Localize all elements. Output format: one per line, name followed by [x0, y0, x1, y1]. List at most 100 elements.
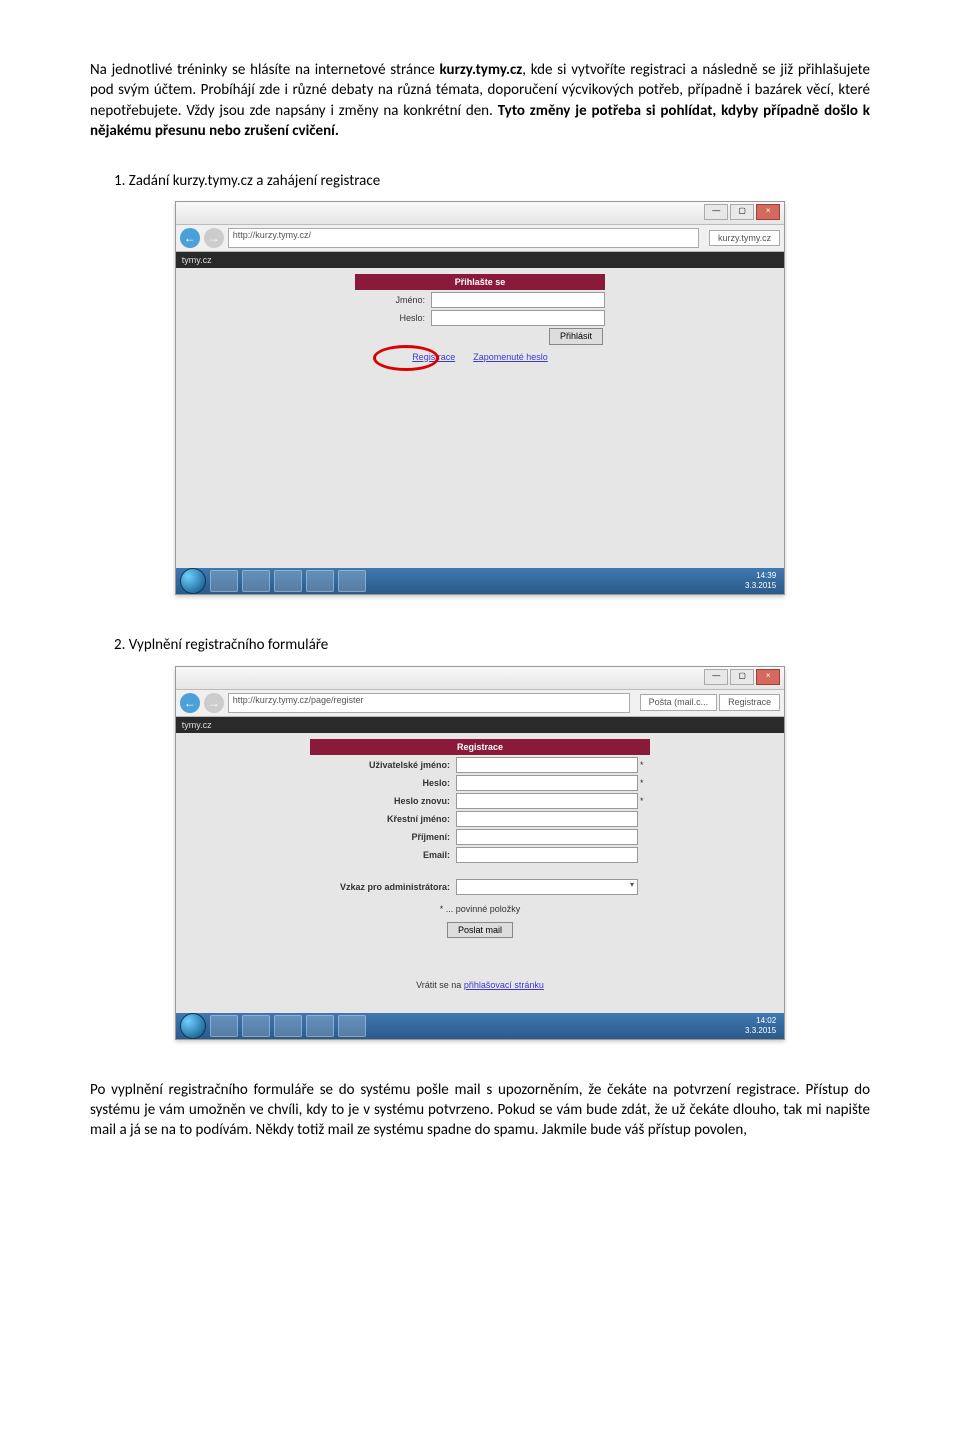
- minimize-icon[interactable]: —: [704, 669, 728, 685]
- tab-strip: kurzy.tymy.cz: [709, 230, 780, 246]
- step-2-heading: 2. Vyplnění registračního formuláře: [114, 635, 870, 655]
- taskbar-clock: 14:02 3.3.2015: [745, 1016, 780, 1036]
- taskbar: 14:02 3.3.2015: [176, 1013, 784, 1039]
- taskbar-app-icon[interactable]: [274, 1015, 302, 1037]
- clock-time: 14:02: [745, 1016, 776, 1026]
- start-icon[interactable]: [180, 568, 206, 594]
- taskbar-clock: 14:39 3.3.2015: [745, 571, 780, 591]
- taskbar-app-icon[interactable]: [306, 570, 334, 592]
- reg-password2-label: Heslo znovu:: [310, 795, 456, 807]
- username-label: Jméno:: [355, 294, 431, 306]
- taskbar-app-icon[interactable]: [274, 570, 302, 592]
- minimize-icon[interactable]: —: [704, 204, 728, 220]
- taskbar-app-icon[interactable]: [242, 1015, 270, 1037]
- required-star: *: [638, 795, 650, 807]
- login-links: Registrace Zapomenuté heslo: [355, 351, 605, 363]
- password-label: Heslo:: [355, 312, 431, 324]
- reg-password-row: Heslo: *: [310, 775, 650, 791]
- page-content: Registrace Uživatelské jméno: * Heslo: *…: [176, 733, 784, 1013]
- reg-firstname-label: Křestní jméno:: [310, 813, 456, 825]
- start-icon[interactable]: [180, 1013, 206, 1039]
- browser-tab[interactable]: Registrace: [719, 694, 780, 710]
- window-controls: — ▢ ×: [704, 669, 780, 685]
- taskbar-app-icon[interactable]: [242, 570, 270, 592]
- reg-lastname-input[interactable]: [456, 829, 638, 845]
- address-bar: ← → http://kurzy.tymy.cz/page/register P…: [176, 690, 784, 717]
- window-controls: — ▢ ×: [704, 204, 780, 220]
- reg-admin-msg-select[interactable]: [456, 879, 638, 895]
- username-row: Jméno:: [355, 292, 605, 308]
- login-button[interactable]: Přihlásit: [549, 328, 603, 344]
- url-field[interactable]: http://kurzy.tymy.cz/: [228, 228, 699, 248]
- reg-admin-msg-row: Vzkaz pro administrátora:: [310, 879, 650, 895]
- reg-password2-input[interactable]: [456, 793, 638, 809]
- reg-lastname-row: Příjmení:: [310, 829, 650, 845]
- reg-username-label: Uživatelské jméno:: [310, 759, 456, 771]
- reg-email-input[interactable]: [456, 847, 638, 863]
- closing-paragraph: Po vyplnění registračního formuláře se d…: [90, 1080, 870, 1141]
- login-panel-head: Přihlašte se: [355, 274, 605, 290]
- back-icon[interactable]: ←: [180, 228, 200, 248]
- page-content: Přihlašte se Jméno: Heslo: Přihlásit Reg…: [176, 268, 784, 568]
- url-field[interactable]: http://kurzy.tymy.cz/page/register: [228, 693, 630, 713]
- close-icon[interactable]: ×: [756, 204, 780, 220]
- reg-submit-row: Poslat mail: [310, 919, 650, 939]
- back-text: Vrátit se na: [416, 980, 464, 990]
- reg-username-input[interactable]: [456, 757, 638, 773]
- maximize-icon[interactable]: ▢: [730, 669, 754, 685]
- text-1: Na jednotlivé tréninky se hlásíte na int…: [90, 61, 440, 79]
- taskbar: 14:39 3.3.2015: [176, 568, 784, 594]
- site-brand-bar: tymy.cz: [176, 717, 784, 733]
- browser-tab[interactable]: kurzy.tymy.cz: [709, 230, 780, 246]
- window-titlebar: — ▢ ×: [176, 667, 784, 690]
- required-note: * ... povinné položky: [310, 903, 650, 915]
- back-to-login-link[interactable]: přihlašovací stránku: [464, 980, 544, 990]
- screenshot-registration: — ▢ × ← → http://kurzy.tymy.cz/page/regi…: [175, 666, 785, 1040]
- registration-panel-head: Registrace: [310, 739, 650, 755]
- clock-date: 3.3.2015: [745, 581, 776, 591]
- reg-lastname-label: Příjmení:: [310, 831, 456, 843]
- registration-panel: Registrace Uživatelské jméno: * Heslo: *…: [310, 733, 650, 992]
- reg-firstname-row: Křestní jméno:: [310, 811, 650, 827]
- taskbar-app-icon[interactable]: [210, 570, 238, 592]
- clock-date: 3.3.2015: [745, 1026, 776, 1036]
- reg-username-row: Uživatelské jméno: *: [310, 757, 650, 773]
- close-icon[interactable]: ×: [756, 669, 780, 685]
- back-line: Vrátit se na přihlašovací stránku: [310, 979, 650, 991]
- reg-firstname-input[interactable]: [456, 811, 638, 827]
- site-url-bold: kurzy.tymy.cz: [440, 61, 523, 79]
- send-mail-button[interactable]: Poslat mail: [447, 922, 513, 938]
- required-star: *: [638, 777, 650, 789]
- username-input[interactable]: [431, 292, 605, 308]
- login-panel: Přihlašte se Jméno: Heslo: Přihlásit Reg…: [355, 268, 605, 362]
- login-button-row: Přihlásit: [355, 328, 605, 344]
- taskbar-app-icon[interactable]: [338, 570, 366, 592]
- browser-tab[interactable]: Pošta (mail.c...: [640, 694, 718, 710]
- screenshot-login: — ▢ × ← → http://kurzy.tymy.cz/ kurzy.ty…: [175, 201, 785, 595]
- forward-icon: →: [204, 693, 224, 713]
- address-bar: ← → http://kurzy.tymy.cz/ kurzy.tymy.cz: [176, 225, 784, 252]
- taskbar-app-icon[interactable]: [210, 1015, 238, 1037]
- clock-time: 14:39: [745, 571, 776, 581]
- reg-email-row: Email:: [310, 847, 650, 863]
- forward-icon: →: [204, 228, 224, 248]
- required-star: *: [638, 759, 650, 771]
- password-input[interactable]: [431, 310, 605, 326]
- forgot-password-link[interactable]: Zapomenuté heslo: [473, 351, 548, 363]
- back-icon[interactable]: ←: [180, 693, 200, 713]
- maximize-icon[interactable]: ▢: [730, 204, 754, 220]
- reg-password-label: Heslo:: [310, 777, 456, 789]
- step-1-heading: 1. Zadání kurzy.tymy.cz a zahájení regis…: [114, 171, 870, 191]
- window-titlebar: — ▢ ×: [176, 202, 784, 225]
- taskbar-app-icon[interactable]: [306, 1015, 334, 1037]
- register-link[interactable]: Registrace: [412, 351, 455, 363]
- site-brand-bar: tymy.cz: [176, 252, 784, 268]
- password-row: Heslo:: [355, 310, 605, 326]
- reg-admin-msg-label: Vzkaz pro administrátora:: [310, 881, 456, 893]
- reg-password-input[interactable]: [456, 775, 638, 791]
- reg-password2-row: Heslo znovu: *: [310, 793, 650, 809]
- taskbar-app-icon[interactable]: [338, 1015, 366, 1037]
- tab-strip: Pošta (mail.c... Registrace: [640, 694, 781, 710]
- intro-paragraph: Na jednotlivé tréninky se hlásíte na int…: [90, 60, 870, 141]
- reg-email-label: Email:: [310, 849, 456, 861]
